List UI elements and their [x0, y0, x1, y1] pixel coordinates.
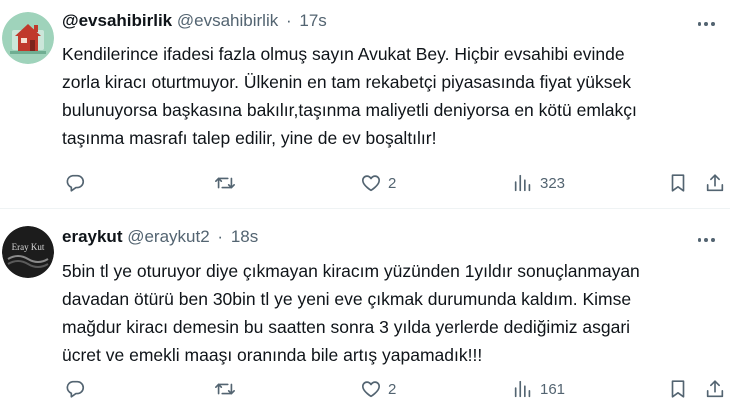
- share-button[interactable]: [704, 170, 726, 196]
- tweet-text-line: Kendilerince ifadesi fazla olmuş sayın A…: [62, 44, 625, 64]
- display-name[interactable]: eraykut: [62, 227, 122, 246]
- timestamp[interactable]: 17s: [299, 11, 326, 30]
- retweet-icon: [215, 177, 235, 189]
- action-bar: 2 161: [62, 376, 730, 402]
- reply-icon: [66, 380, 85, 398]
- tweet-text-line: ücret ve emekli maaşı oranında bile artı…: [62, 345, 483, 365]
- timestamp[interactable]: 18s: [231, 227, 258, 246]
- heart-icon: [362, 381, 380, 398]
- display-name[interactable]: @evsahibirlik: [62, 11, 172, 30]
- share-button[interactable]: [704, 376, 726, 402]
- bookmark-icon: [671, 380, 685, 398]
- retweet-button[interactable]: [214, 170, 242, 196]
- divider: [0, 208, 730, 209]
- views-button[interactable]: 323: [512, 170, 565, 196]
- avatar[interactable]: Eray Kut: [2, 226, 54, 278]
- reply-button[interactable]: [64, 170, 92, 196]
- tweet-text: Kendilerince ifadesi fazla olmuş sayın A…: [62, 40, 722, 152]
- handle[interactable]: @evsahibirlik: [177, 11, 278, 30]
- avatar[interactable]: [2, 12, 54, 64]
- profile-logo-icon: Eray Kut: [2, 226, 54, 278]
- retweet-icon: [215, 383, 235, 395]
- tweet-text-line: 5bin tl ye oturuyor diye çıkmayan kiracı…: [62, 261, 640, 281]
- avatar-text: Eray Kut: [12, 242, 45, 252]
- handle[interactable]: @eraykut2: [127, 227, 209, 246]
- heart-icon: [362, 175, 380, 192]
- action-bar: 2 323: [62, 170, 730, 196]
- tweet-header: eraykut @eraykut2 · 18s: [62, 226, 258, 248]
- tweet-text-line: bulunuyorsa başkasına bakılır,taşınma ma…: [62, 100, 637, 120]
- like-button[interactable]: 2: [360, 170, 396, 196]
- bookmark-button[interactable]: [667, 376, 689, 402]
- view-count: 161: [540, 380, 566, 398]
- tweet-text-line: davadan ötürü ben 30bin tl ye yeni eve ç…: [62, 289, 632, 309]
- more-icon[interactable]: [696, 14, 716, 34]
- views-icon: [514, 174, 531, 192]
- share-icon: [706, 174, 724, 192]
- like-count: 2: [388, 380, 397, 398]
- views-icon: [514, 380, 531, 398]
- tweet-text-line: taşınma masrafı talep edilir, yine de ev…: [62, 128, 437, 148]
- tweet-header: @evsahibirlik @evsahibirlik · 17s: [62, 10, 327, 32]
- tweet-text: 5bin tl ye oturuyor diye çıkmayan kiracı…: [62, 257, 722, 369]
- reply-button[interactable]: [64, 376, 92, 402]
- views-button[interactable]: 161: [512, 376, 565, 402]
- tweet[interactable]: Eray Kut eraykut @eraykut2 · 18s 5bin tl…: [0, 212, 730, 420]
- separator-dot: ·: [285, 11, 292, 30]
- bookmark-button[interactable]: [667, 170, 689, 196]
- more-icon[interactable]: [696, 230, 716, 250]
- view-count: 323: [540, 174, 566, 192]
- house-logo-icon: [2, 12, 54, 64]
- tweet-text-line: mağdur kiracı demesin bu saatten sonra 3…: [62, 317, 631, 337]
- tweet-text-line: zorla kiracı oturtmuyor. Ülkenin en tam …: [62, 72, 631, 92]
- bookmark-icon: [671, 174, 685, 192]
- reply-icon: [66, 174, 85, 192]
- like-count: 2: [388, 174, 397, 192]
- retweet-button[interactable]: [214, 376, 242, 402]
- share-icon: [706, 380, 724, 398]
- like-button[interactable]: 2: [360, 376, 396, 402]
- separator-dot: ·: [217, 227, 224, 246]
- tweet[interactable]: @evsahibirlik @evsahibirlik · 17s Kendil…: [0, 0, 730, 208]
